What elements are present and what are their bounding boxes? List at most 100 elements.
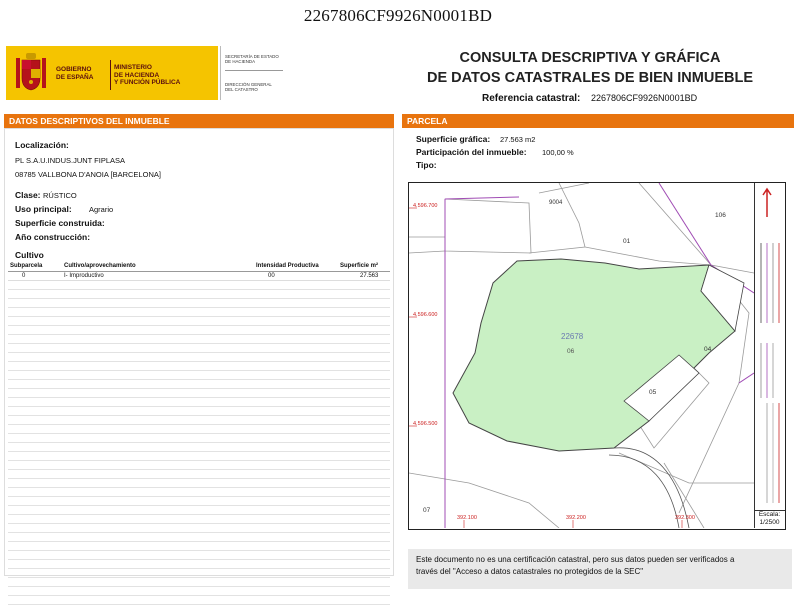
ministry-label: MINISTERIO DE HACIENDA Y FUNCIÓN PÚBLICA [114, 64, 181, 86]
table-header: Subparcela Cultivo/aprovechamiento Inten… [8, 262, 390, 272]
parcel-map[interactable]: 4.596.700 4.596.600 4.596.500 392.100 39… [408, 182, 786, 530]
cell-subparcela: 0 [22, 273, 26, 279]
empty-table-row [8, 281, 390, 290]
empty-table-row [8, 434, 390, 443]
tipo-label: Tipo: [416, 160, 437, 170]
cell-cultivo: I- Improductivo [64, 273, 104, 279]
empty-table-row [8, 299, 390, 308]
coord-y-1: 4.596.700 [413, 203, 438, 209]
secretaria-label: SECRETARÍA DE ESTADO DE HACIENDA [225, 54, 279, 65]
neighbor-label-07: 07 [423, 507, 431, 514]
coord-y-2: 4.596.600 [413, 312, 438, 318]
empty-table-row [8, 515, 390, 524]
col-subparcela: Subparcela [10, 263, 43, 269]
clase-label: Clase: [15, 190, 41, 200]
empty-table-row [8, 353, 390, 362]
secretaria-block: SECRETARÍA DE ESTADO DE HACIENDA DIRECCI… [220, 46, 289, 100]
anio-construccion-label: Año construcción: [15, 232, 91, 242]
empty-table-row [8, 488, 390, 497]
empty-table-row [8, 461, 390, 470]
empty-table-row [8, 506, 390, 515]
title-line-2: DE DATOS CATASTRALES DE BIEN INMUEBLE [427, 70, 753, 86]
empty-table-row [8, 443, 390, 452]
neighbor-label-04: 04 [704, 346, 712, 353]
empty-table-row [8, 362, 390, 371]
empty-rows [8, 281, 390, 605]
coord-x-1: 392.100 [457, 515, 477, 521]
reference-value: 2267806CF9926N0001BD [591, 93, 698, 103]
superficie-construida-label: Superficie construida: [15, 218, 105, 228]
legend-drawing [760, 187, 780, 503]
cultivo-table: Subparcela Cultivo/aprovechamiento Inten… [8, 262, 390, 605]
empty-table-row [8, 290, 390, 299]
clase-value: RÚSTICO [43, 191, 77, 200]
empty-table-row [8, 389, 390, 398]
coord-y-3: 4.596.500 [413, 421, 438, 427]
neighbor-label-01: 01 [623, 238, 631, 245]
localizacion-line-2: 08785 VALLBONA D'ANOIA [BARCELONA] [15, 170, 161, 179]
scale-value: 1/2500 [759, 519, 780, 526]
localizacion-line-1: PL S.A.U.INDUS.JUNT FIPLASA [15, 156, 126, 165]
map-scale: Escala: 1/2500 [754, 510, 785, 529]
col-cultivo: Cultivo/aprovechamiento [64, 263, 136, 269]
empty-table-row [8, 569, 390, 578]
direccion-label: DIRECCIÓN GENERAL DEL CATASTRO [225, 82, 272, 93]
empty-table-row [8, 578, 390, 587]
empty-table-row [8, 371, 390, 380]
cell-superficie: 27.563 [360, 273, 379, 279]
localizacion-label: Localización: [15, 140, 69, 150]
empty-table-row [8, 470, 390, 479]
section-bar-parcela: PARCELA [402, 114, 794, 128]
empty-table-row [8, 380, 390, 389]
neighbor-label-106: 106 [715, 212, 726, 219]
col-intensidad: Intensidad Productiva [256, 263, 319, 269]
empty-table-row [8, 587, 390, 596]
government-logo: GOBIERNO DE ESPAÑA MINISTERIO DE HACIEND… [6, 46, 218, 100]
empty-table-row [8, 398, 390, 407]
table-row: 0 I- Improductivo 00 27.563 [8, 272, 390, 281]
empty-table-row [8, 326, 390, 335]
cultivo-title: Cultivo [15, 250, 44, 260]
map-legend [754, 183, 786, 528]
superficie-grafica-label: Superficie gráfica: [416, 134, 491, 144]
note-line-2: través del "Acceso a datos catastrales n… [416, 567, 644, 576]
top-reference: 2267806CF9926N0001BD [303, 6, 493, 25]
cell-intensidad: 00 [268, 273, 275, 279]
empty-table-row [8, 497, 390, 506]
participacion-value: 100,00 % [542, 148, 574, 157]
logo-divider [110, 60, 111, 90]
coord-x-3: 392.300 [675, 515, 695, 521]
empty-table-row [8, 542, 390, 551]
section-bar-datos: DATOS DESCRIPTIVOS DEL INMUEBLE [4, 114, 394, 128]
empty-table-row [8, 524, 390, 533]
empty-table-row [8, 416, 390, 425]
empty-table-row [8, 452, 390, 461]
empty-table-row [8, 596, 390, 605]
neighbor-label-05: 05 [649, 389, 657, 396]
col-superficie: Superficie m² [340, 263, 379, 269]
empty-table-row [8, 533, 390, 542]
coord-x-2: 392.200 [566, 515, 586, 521]
coat-of-arms-icon [16, 53, 46, 91]
empty-table-row [8, 407, 390, 416]
scale-label: Escala: [758, 511, 781, 518]
uso-value: Agrario [89, 205, 114, 214]
empty-table-row [8, 317, 390, 326]
map-drawing [409, 183, 754, 528]
parcel-subnumber: 06 [567, 348, 575, 355]
disclaimer-note: Este documento no es una certificación c… [408, 549, 792, 589]
empty-table-row [8, 335, 390, 344]
empty-table-row [8, 308, 390, 317]
gobierno-label: GOBIERNO DE ESPAÑA [56, 66, 94, 81]
uso-label: Uso principal: [15, 204, 72, 214]
empty-table-row [8, 479, 390, 488]
neighbor-label-9004: 9004 [549, 200, 563, 206]
superficie-grafica-value: 27.563 m2 [500, 135, 536, 144]
empty-table-row [8, 560, 390, 569]
north-arrow-icon [762, 187, 772, 217]
parcel-polygon [452, 258, 736, 452]
title-line-1: CONSULTA DESCRIPTIVA Y GRÁFICA [459, 50, 721, 66]
page-title: CONSULTA DESCRIPTIVA Y GRÁFICA DE DATOS … [402, 48, 778, 88]
sec-divider [225, 70, 283, 71]
empty-table-row [8, 344, 390, 353]
